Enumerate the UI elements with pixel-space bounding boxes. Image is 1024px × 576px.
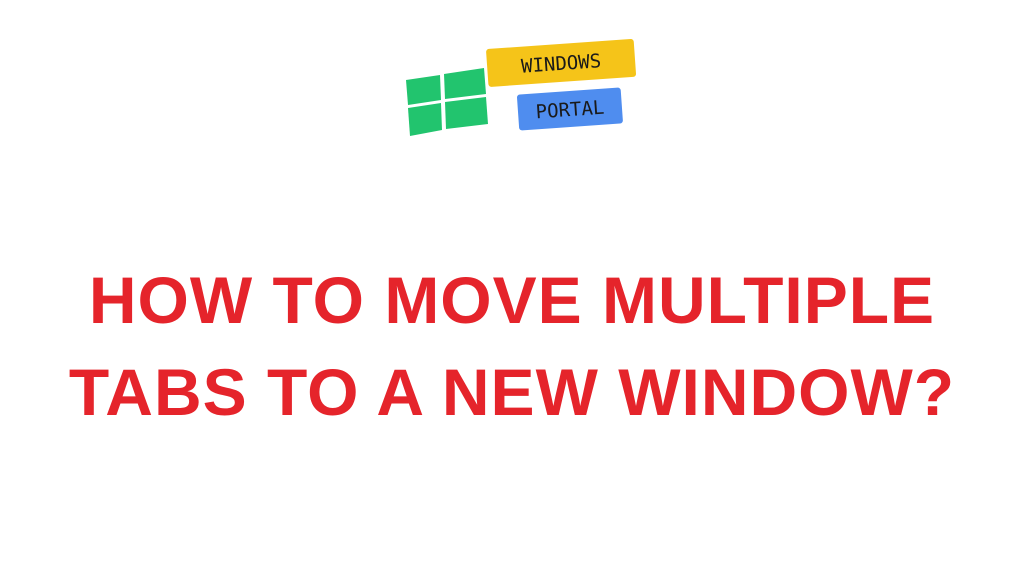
tile-top-right (444, 68, 486, 99)
tile-bottom-right (445, 97, 488, 129)
page-canvas: WINDOWS PORTAL HOW TO MOVE MULTIPLE TABS… (0, 0, 1024, 576)
page-title: HOW TO MOVE MULTIPLE TABS TO A NEW WINDO… (0, 254, 1024, 438)
tile-top-left (406, 75, 441, 105)
title-line-2: TABS TO A NEW WINDOW? (68, 355, 956, 430)
title-line-1: HOW TO MOVE MULTIPLE (88, 263, 936, 338)
windows-logo-icon (406, 68, 488, 136)
portal-badge: PORTAL (517, 87, 623, 131)
logo-graphic: WINDOWS PORTAL (406, 39, 637, 136)
tile-bottom-left (408, 103, 442, 136)
windows-badge: WINDOWS (486, 39, 637, 87)
windows-portal-logo: WINDOWS PORTAL (400, 28, 640, 143)
